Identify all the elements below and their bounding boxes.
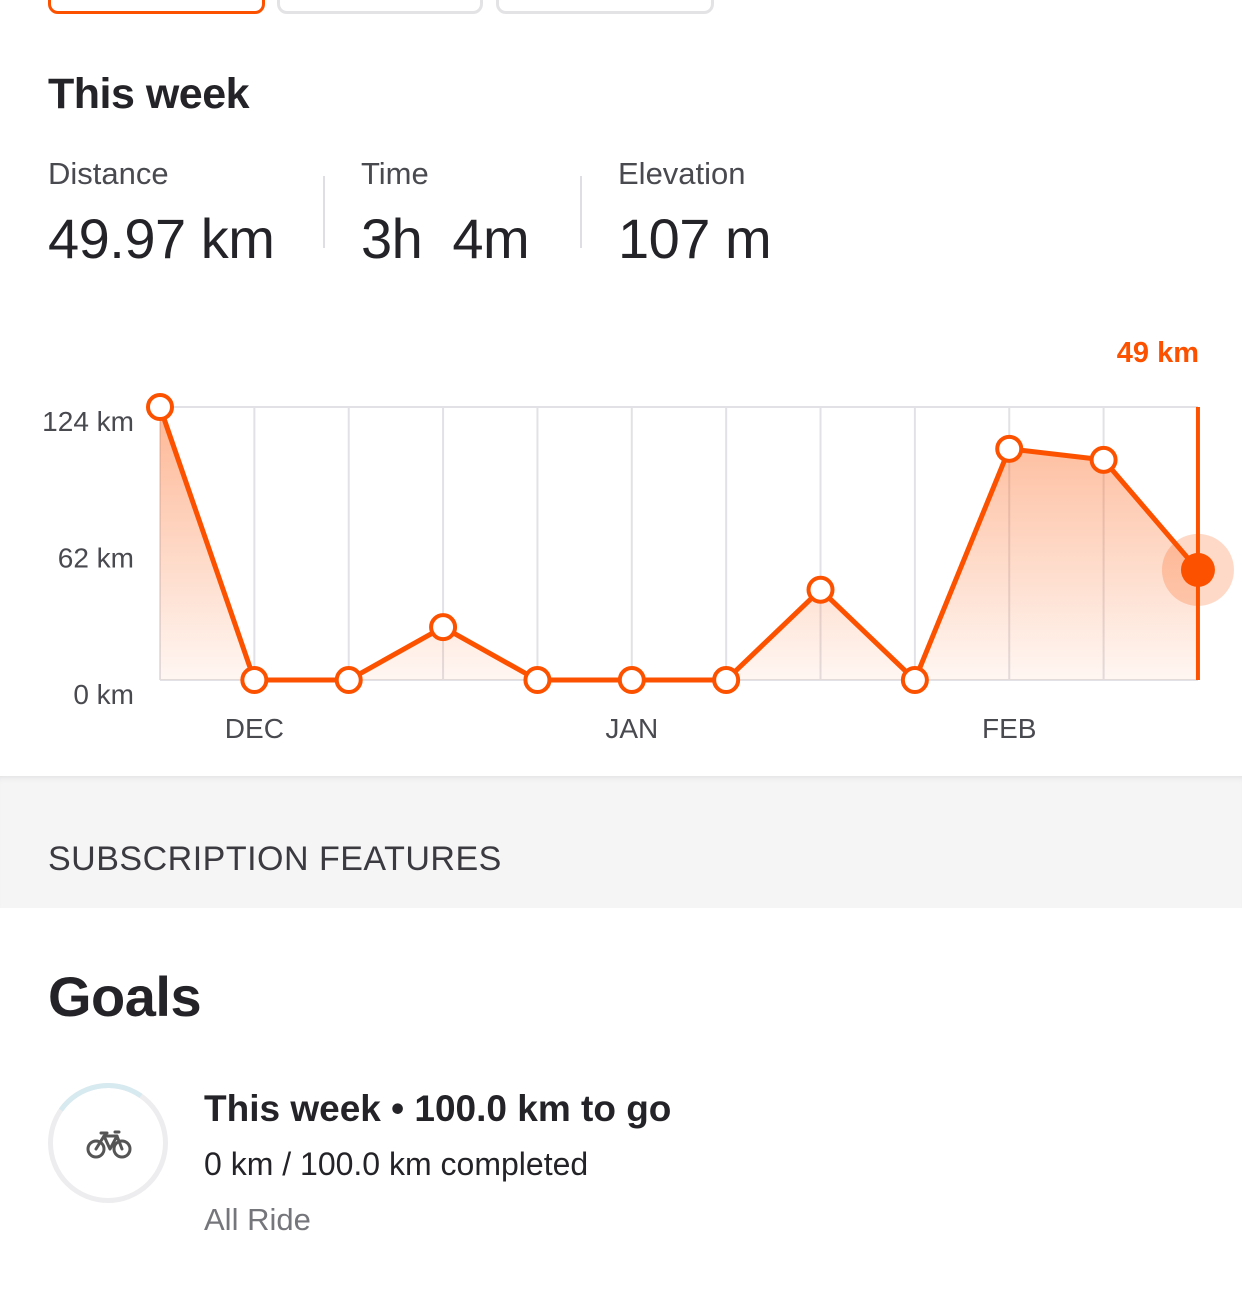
data-point: [1089, 445, 1118, 474]
summary-title: This week: [48, 70, 250, 118]
y-tick-label: 0 km: [73, 679, 134, 710]
divider: [580, 176, 582, 248]
stat-value: 49.97 km: [48, 207, 275, 270]
x-tick-label: DEC: [225, 713, 284, 744]
goals-heading: Goals: [48, 965, 202, 1028]
stat-label: Time: [361, 156, 429, 191]
section-header-label: SUBSCRIPTION FEATURES: [48, 840, 502, 878]
stat-time: Time 3h 4m: [361, 156, 530, 271]
data-point: [712, 666, 741, 694]
goal-progress-text: 0 km / 100.0 km completed: [204, 1146, 589, 1182]
data-point: [900, 666, 929, 694]
stat-distance: Distance 49.97 km: [48, 156, 275, 271]
data-point: [806, 575, 835, 604]
distance-area: [160, 407, 1198, 680]
stat-label: Distance: [48, 156, 169, 191]
goal-activity-type: All Ride: [204, 1202, 311, 1237]
tab-selected[interactable]: [48, 0, 265, 14]
stat-elevation: Elevation 107 m: [618, 156, 772, 271]
stat-value: 3h 4m: [361, 207, 530, 270]
section-header: SUBSCRIPTION FEATURES: [0, 776, 1242, 908]
x-tick-label: JAN: [605, 713, 658, 744]
selected-value-label: 49 km: [1117, 337, 1199, 369]
selected-data-point: [1180, 552, 1215, 587]
goal-progress-ring[interactable]: [38, 1073, 178, 1213]
weekly-summary-card: This week Distance 49.97 km Time 3h 4m E…: [0, 0, 1242, 776]
data-point: [429, 613, 458, 642]
y-tick-label: 62 km: [58, 543, 134, 574]
data-point: [995, 434, 1024, 463]
y-tick-label: 124 km: [42, 406, 134, 437]
tab[interactable]: [496, 0, 714, 14]
data-point: [617, 666, 646, 694]
stat-value: 107 m: [618, 207, 772, 270]
tab[interactable]: [277, 0, 483, 14]
data-point: [146, 393, 174, 421]
data-point: [334, 666, 363, 694]
goal-title[interactable]: This week • 100.0 km to go: [204, 1088, 671, 1130]
data-point: [523, 666, 552, 694]
weekly-distance-chart[interactable]: 124 km 62 km 0 km DEC JAN FEB 49 km: [0, 330, 1242, 760]
bike-icon: [86, 1130, 132, 1159]
x-tick-label: FEB: [982, 713, 1036, 744]
data-point: [240, 666, 269, 694]
divider: [323, 176, 325, 248]
stat-label: Elevation: [618, 156, 746, 191]
